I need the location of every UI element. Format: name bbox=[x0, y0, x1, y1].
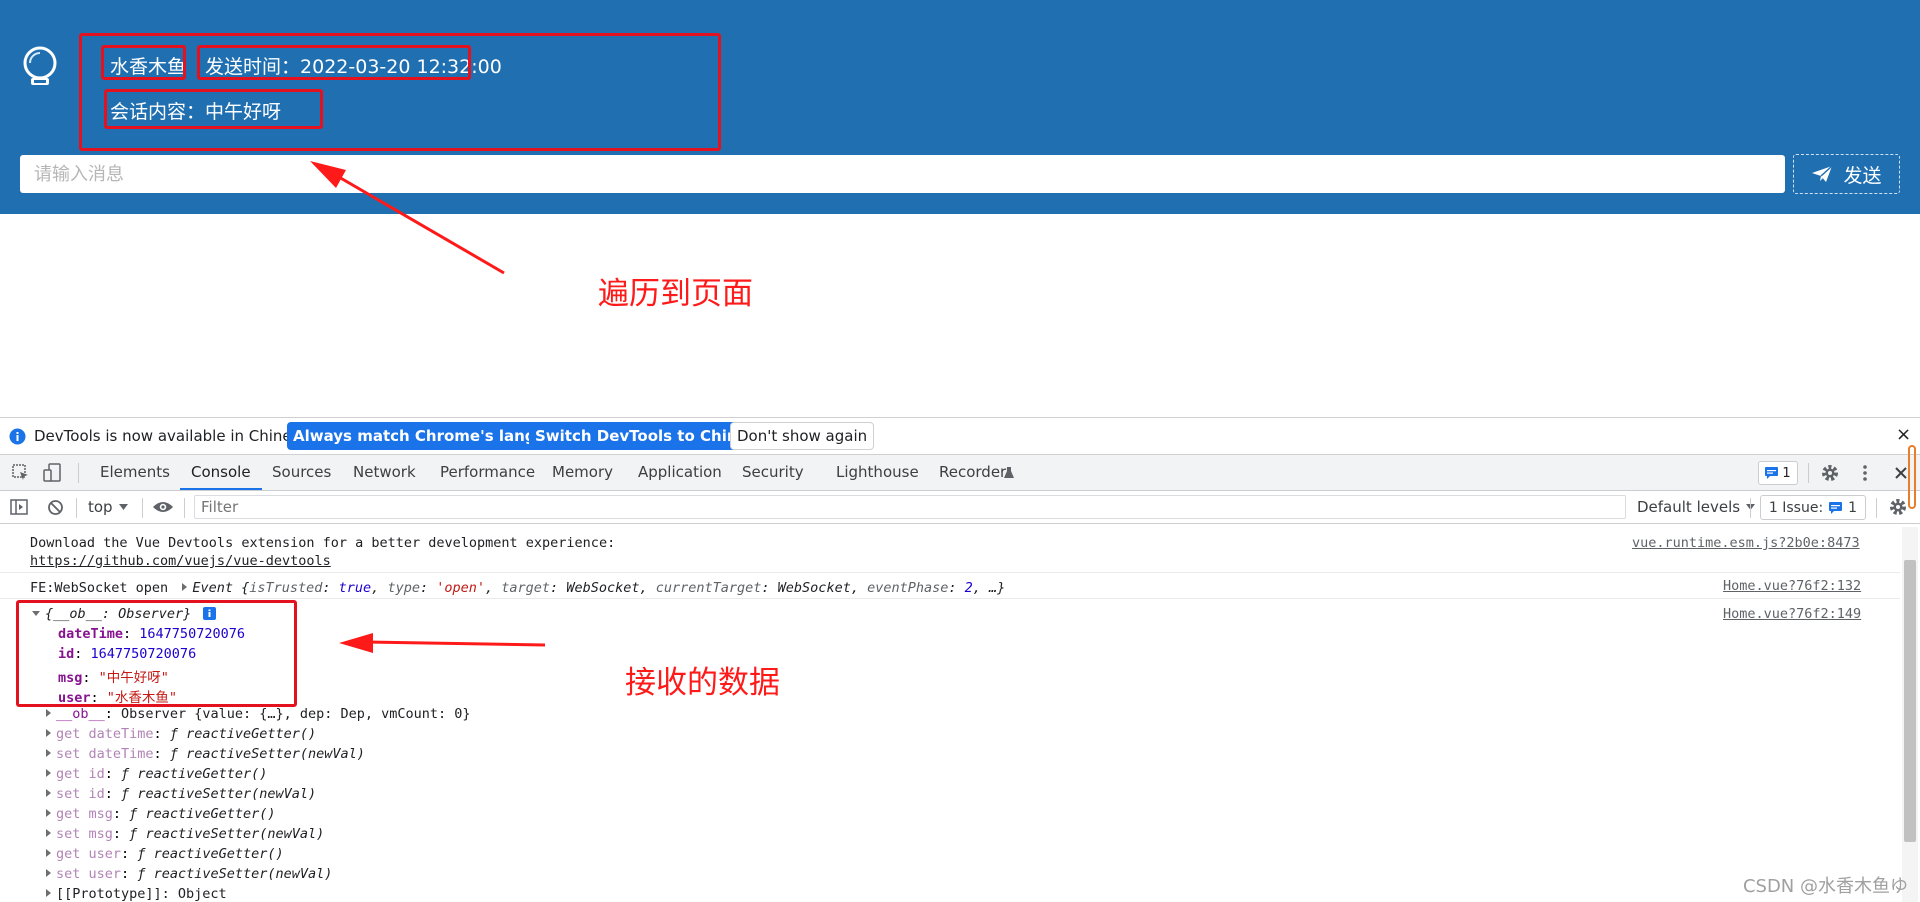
expand-triangle-icon[interactable] bbox=[46, 789, 51, 797]
accessor-row[interactable]: set id: ƒ reactiveSetter(newVal) bbox=[46, 786, 316, 802]
info-icon bbox=[9, 428, 26, 445]
devtools-infobar: DevTools is now available in Chinese! Al… bbox=[0, 417, 1920, 455]
send-button-label: 发送 bbox=[1843, 164, 1882, 187]
dont-show-again-button[interactable]: Don't show again bbox=[730, 422, 875, 450]
device-toolbar-icon[interactable] bbox=[43, 463, 63, 483]
annotation-box-received-data bbox=[16, 600, 297, 707]
vue-devtools-link[interactable]: https://github.com/vuejs/vue-devtools bbox=[30, 553, 331, 569]
send-button[interactable]: 发送 bbox=[1793, 154, 1900, 194]
console-filter-input[interactable] bbox=[194, 495, 1626, 519]
settings-gear-icon[interactable] bbox=[1821, 464, 1839, 482]
sidebar-toggle-icon[interactable] bbox=[10, 499, 28, 515]
toolbar-divider bbox=[78, 463, 79, 483]
tab-elements[interactable]: Elements bbox=[100, 455, 170, 490]
message-icon bbox=[1829, 501, 1843, 514]
toolbar-divider bbox=[76, 498, 77, 518]
event-label: Event bbox=[192, 580, 233, 596]
tab-security[interactable]: Security bbox=[742, 455, 804, 490]
toolbar-divider bbox=[1750, 498, 1751, 518]
console-source-link[interactable]: Home.vue?76f2:132 bbox=[1723, 578, 1861, 594]
console-separator bbox=[0, 572, 1900, 573]
console-message: FE:WebSocket open Event {isTrusted: true… bbox=[30, 580, 1005, 596]
issues-counter-button[interactable]: 1 Issue: 1 bbox=[1760, 495, 1866, 520]
toolbar-divider bbox=[1808, 463, 1809, 483]
expand-triangle-icon[interactable] bbox=[46, 709, 51, 717]
infobar-close-icon[interactable]: × bbox=[1896, 424, 1911, 445]
annotation-box-user bbox=[101, 45, 186, 80]
toolbar-divider bbox=[184, 498, 185, 518]
expand-triangle-icon[interactable] bbox=[46, 769, 51, 777]
devtools-tabbar: Elements Console Sources Network Perform… bbox=[0, 455, 1920, 491]
annotation-arrow-icon bbox=[310, 161, 505, 275]
websocket-open-text: FE:WebSocket open bbox=[30, 580, 169, 596]
clear-console-icon[interactable] bbox=[47, 499, 64, 516]
event-preview: {isTrusted: true, type: 'open', target: … bbox=[241, 580, 1006, 596]
expand-triangle-icon[interactable] bbox=[46, 729, 51, 737]
chevron-down-icon bbox=[118, 504, 128, 510]
toolbar-divider bbox=[1876, 498, 1877, 518]
expand-triangle-icon[interactable] bbox=[46, 889, 51, 897]
paper-plane-icon bbox=[1812, 165, 1833, 182]
accessor-row[interactable]: get user: ƒ reactiveGetter() bbox=[46, 846, 284, 862]
tab-application[interactable]: Application bbox=[638, 455, 722, 490]
accessor-row[interactable]: set user: ƒ reactiveSetter(newVal) bbox=[46, 866, 332, 882]
more-options-icon[interactable] bbox=[1862, 464, 1868, 482]
tab-performance[interactable]: Performance bbox=[440, 455, 535, 490]
console-message: Download the Vue Devtools extension for … bbox=[30, 535, 616, 551]
console-scrollbar-thumb[interactable] bbox=[1904, 560, 1916, 842]
console-separator bbox=[0, 598, 1900, 599]
accessor-row[interactable]: get dateTime: ƒ reactiveGetter() bbox=[46, 726, 316, 742]
annotation-received-data: 接收的数据 bbox=[625, 665, 780, 701]
infobar-message: DevTools is now available in Chinese! bbox=[34, 427, 315, 445]
issues-badge[interactable]: 1 bbox=[1758, 461, 1798, 485]
csdn-watermark: CSDN @水香木鱼ゆ bbox=[1742, 876, 1908, 897]
resize-handle[interactable] bbox=[1908, 445, 1916, 509]
issues-counter-count: 1 bbox=[1848, 499, 1858, 516]
annotation-box-time bbox=[197, 45, 471, 80]
expand-triangle-icon[interactable] bbox=[182, 583, 188, 591]
console-source-link[interactable]: vue.runtime.esm.js?2b0e:8473 bbox=[1632, 535, 1860, 551]
expand-triangle-icon[interactable] bbox=[46, 829, 51, 837]
avatar-icon bbox=[23, 46, 57, 85]
log-levels-dropdown[interactable]: Default levels bbox=[1637, 498, 1756, 516]
object-property[interactable]: __ob__: Observer {value: {…}, dep: Dep, … bbox=[46, 706, 471, 722]
expand-triangle-icon[interactable] bbox=[46, 849, 51, 857]
message-input[interactable] bbox=[20, 155, 1785, 193]
annotation-arrow-icon bbox=[339, 633, 546, 653]
close-devtools-icon[interactable] bbox=[1894, 466, 1908, 480]
annotation-render-to-page: 遍历到页面 bbox=[598, 276, 753, 312]
toolbar-divider bbox=[142, 498, 143, 518]
annotation-box-content bbox=[104, 89, 323, 129]
console-source-link[interactable]: Home.vue?76f2:149 bbox=[1723, 606, 1861, 622]
console-settings-gear-icon[interactable] bbox=[1889, 498, 1907, 516]
issues-badge-count: 1 bbox=[1782, 465, 1791, 481]
prototype-row[interactable]: [[Prototype]]: Object bbox=[46, 886, 227, 902]
accessor-row[interactable]: set dateTime: ƒ reactiveSetter(newVal) bbox=[46, 746, 365, 762]
tab-console[interactable]: Console bbox=[180, 455, 262, 490]
expand-triangle-icon[interactable] bbox=[46, 869, 51, 877]
live-expression-eye-icon[interactable] bbox=[152, 500, 174, 514]
issues-counter-label: 1 Issue: bbox=[1768, 499, 1824, 516]
tab-sources[interactable]: Sources bbox=[272, 455, 331, 490]
expand-triangle-icon[interactable] bbox=[46, 809, 51, 817]
context-selector-value: top bbox=[88, 498, 113, 516]
tab-lighthouse[interactable]: Lighthouse bbox=[836, 455, 919, 490]
accessor-row[interactable]: get id: ƒ reactiveGetter() bbox=[46, 766, 267, 782]
tab-network[interactable]: Network bbox=[353, 455, 416, 490]
message-icon bbox=[1765, 467, 1779, 479]
inspect-element-icon[interactable] bbox=[12, 464, 30, 482]
context-selector[interactable]: top bbox=[88, 498, 128, 516]
accessor-row[interactable]: get msg: ƒ reactiveGetter() bbox=[46, 806, 275, 822]
flask-icon bbox=[1004, 467, 1014, 478]
tab-memory[interactable]: Memory bbox=[552, 455, 613, 490]
expand-triangle-icon[interactable] bbox=[46, 749, 51, 757]
log-levels-value: Default levels bbox=[1637, 498, 1741, 516]
console-filterbar: top Default levels 1 Issue: 1 bbox=[0, 491, 1920, 524]
accessor-row[interactable]: set msg: ƒ reactiveSetter(newVal) bbox=[46, 826, 324, 842]
tab-recorder[interactable]: Recorder bbox=[939, 455, 1006, 490]
